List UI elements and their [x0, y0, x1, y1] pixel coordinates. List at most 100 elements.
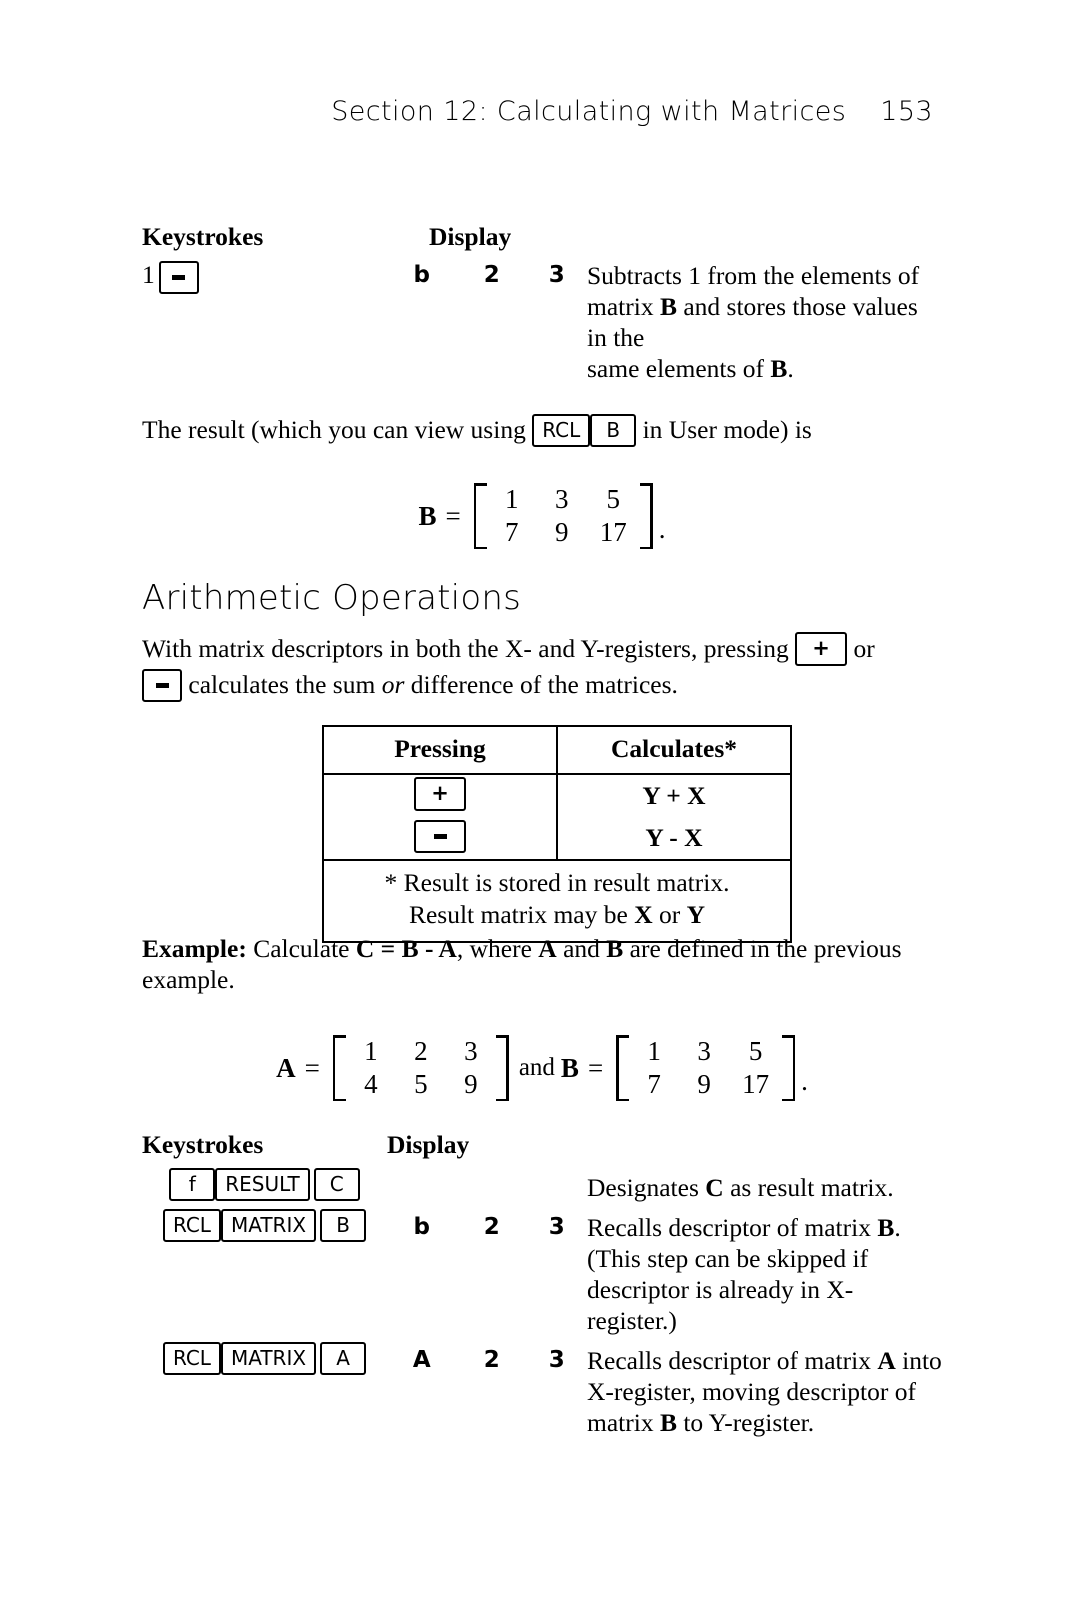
display-digit-3: 3	[548, 1214, 566, 1240]
var-a: A	[877, 1346, 896, 1375]
key-result[interactable]: RESULT	[215, 1168, 310, 1201]
bracket-right	[639, 483, 653, 549]
var-b: B	[877, 1213, 895, 1242]
matrix-cell: 9	[464, 1069, 478, 1099]
key-b[interactable]: B	[320, 1209, 367, 1242]
table-row: RCL MATRIX B b 2 3 Recalls descriptor of …	[142, 1203, 942, 1336]
col-header-keystrokes: Keystrokes	[142, 222, 264, 251]
matrix-row: 1 3 5	[487, 483, 640, 516]
desc-text: Recalls descriptor of matrix	[587, 1346, 878, 1375]
intro-text-or: or	[381, 670, 405, 700]
col-header-keystrokes: Keystrokes	[142, 1130, 264, 1159]
key-plus[interactable]: +	[795, 632, 848, 667]
keystroke-cell: f RESULT C	[142, 1160, 387, 1203]
col-header-spacer	[587, 222, 942, 252]
key-b[interactable]: B	[590, 413, 637, 447]
key-minus[interactable]	[142, 668, 182, 702]
var-y: Y	[686, 900, 706, 930]
matrix-cells: 1 3 5 7 9 17	[629, 1035, 782, 1101]
matrix-cell: 7	[505, 517, 519, 547]
example-text-b: , where	[456, 934, 539, 963]
matrix-cell: 2	[414, 1036, 428, 1066]
key-rcl[interactable]: RCL	[162, 1342, 221, 1375]
example-line-2: example.	[142, 965, 235, 994]
matrix-cells: 1 2 3 4 5 9	[346, 1035, 496, 1101]
desc-line: X-register, moving descriptor of	[587, 1377, 916, 1406]
bracket-right	[782, 1035, 796, 1101]
matrix-row: 7 9 17	[629, 1068, 782, 1101]
matrix-cell: 1	[505, 484, 519, 514]
matrix-row: 1 3 5	[629, 1035, 782, 1068]
desc-text: .	[894, 1213, 901, 1242]
example-equation: C = B - A	[355, 934, 457, 963]
key-minus[interactable]	[158, 260, 199, 294]
bracket-left	[473, 483, 487, 549]
desc-line: descriptor is already in X-register.)	[587, 1275, 854, 1335]
key-plus[interactable]: +	[414, 777, 466, 812]
period: .	[801, 1066, 808, 1096]
header-title: Section 12: Calculating with Matrices	[331, 96, 847, 127]
desc-line: (This step can be skipped if	[587, 1244, 869, 1273]
step-description: Recalls descriptor of matrix B. (This st…	[587, 1203, 942, 1336]
matrix-cell: 5	[606, 484, 621, 514]
desc-text: Recalls descriptor of matrix	[587, 1213, 878, 1242]
equals-sign: =	[587, 1052, 604, 1083]
display-digit-1	[387, 1160, 457, 1203]
keystroke-cell: 1	[142, 252, 387, 384]
matrix-b: 1 3 5 7 9 17	[470, 483, 657, 549]
desc-line: matrix B to Y-register.	[587, 1407, 942, 1438]
footnote-text: or	[652, 900, 687, 930]
matrix-var-b: B	[659, 292, 677, 321]
desc-text: Designates	[587, 1173, 706, 1202]
desc-text: as result matrix.	[723, 1173, 894, 1202]
footnote-line-2: Result matrix may be X or Y	[328, 899, 786, 931]
calculates-cell: Y + X	[556, 772, 792, 818]
display-digit-2	[457, 1160, 527, 1203]
table-footnote-row: * Result is stored in result matrix. Res…	[322, 859, 792, 944]
display-digit-3	[527, 1160, 587, 1203]
display-digit-2: 2	[483, 1347, 501, 1373]
page-header: Section 12: Calculating with Matrices 153	[0, 96, 1080, 127]
key-f[interactable]: f	[169, 1168, 216, 1201]
table-header-row: Keystrokes Display	[142, 1130, 942, 1160]
desc-text: matrix	[587, 292, 660, 321]
key-minus[interactable]	[414, 819, 466, 853]
desc-text: same elements of	[587, 354, 771, 383]
var-b: B	[606, 934, 624, 963]
example-paragraph: Example: Calculate C = B - A, where A an…	[142, 933, 942, 995]
matrix-cell: 9	[697, 1069, 711, 1099]
matrix-label-b: B	[418, 500, 437, 531]
matrix-row: 7 9 17	[487, 516, 640, 549]
matrix-cell: 1	[364, 1036, 378, 1066]
key-rcl[interactable]: RCL	[162, 1209, 221, 1242]
desc-text: into	[895, 1346, 942, 1375]
table-row: 1 b 2 3 Subtracts 1 from the elements of…	[142, 252, 942, 384]
matrix-cell: 1	[647, 1036, 661, 1066]
matrix-row: 4 5 9	[346, 1068, 496, 1101]
key-c[interactable]: C	[313, 1168, 360, 1201]
equation-matrix-b: B = 1 3 5 7 9 17 .	[142, 483, 942, 549]
result-text-after: in User mode) is	[642, 415, 812, 444]
key-matrix[interactable]: MATRIX	[220, 1342, 317, 1375]
equation-matrices-ab: A = 1 2 3 4 5 9 and B = 1 3 5 7 9 17 .	[142, 1035, 942, 1101]
matrix-cell: 5	[748, 1036, 763, 1066]
table-header-row: Pressing Calculates*	[322, 725, 792, 775]
matrix-cell: 3	[697, 1036, 711, 1066]
desc-text: matrix	[587, 1408, 660, 1437]
desc-text: to Y-register.	[676, 1408, 815, 1437]
col-header-pressing: Pressing	[322, 725, 558, 775]
example-text-d: are defined in the previous	[623, 934, 902, 963]
matrix-a: 1 2 3 4 5 9	[329, 1035, 513, 1101]
keystroke-table-1: Keystrokes Display 1 b 2 3 Subtracts 1 f…	[142, 222, 942, 384]
table-row: + Y + X	[322, 772, 792, 818]
keystroke-cell: RCL MATRIX B	[142, 1203, 387, 1336]
desc-line: Recalls descriptor of matrix B.	[587, 1212, 942, 1243]
conjunction-and: and	[518, 1054, 555, 1081]
key-matrix[interactable]: MATRIX	[220, 1209, 317, 1242]
key-rcl[interactable]: RCL	[532, 413, 591, 447]
desc-text: .	[787, 354, 794, 383]
key-a[interactable]: A	[320, 1342, 367, 1375]
equals-sign: =	[445, 500, 461, 531]
keystroke-table-2: Keystrokes Display f RESULT C Designates …	[142, 1130, 942, 1438]
desc-line: Designates C as result matrix.	[587, 1172, 942, 1203]
